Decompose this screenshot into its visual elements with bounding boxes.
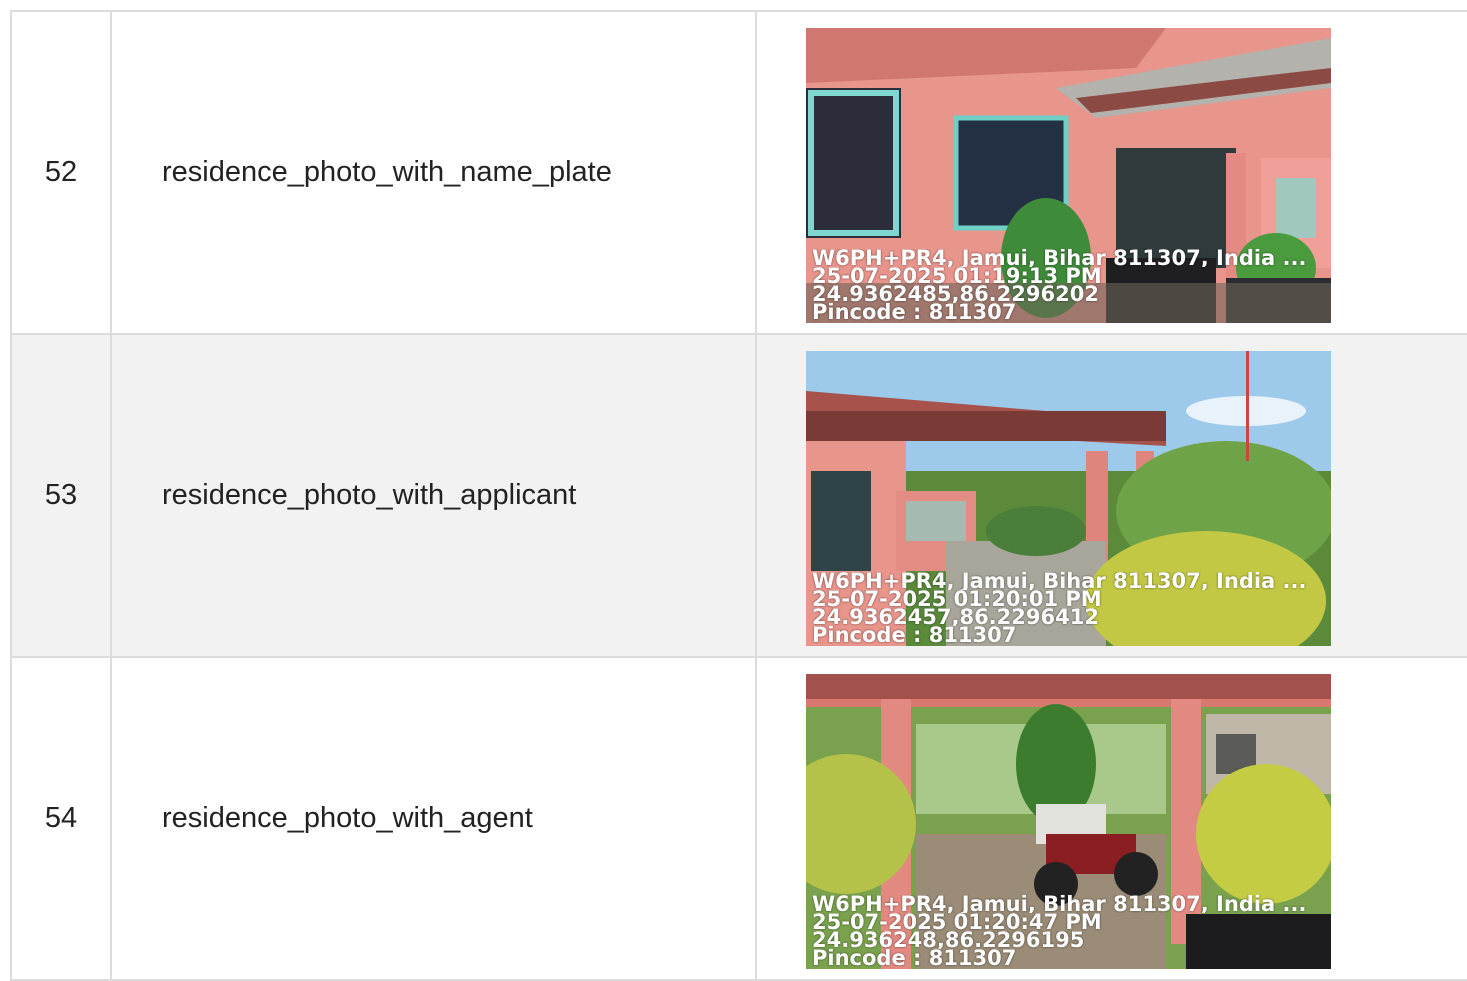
photo-geotag-overlay: W6PH+PR4, Jamui, Bihar 811307, India ...… — [812, 249, 1311, 321]
table-row: 54 residence_photo_with_agent W6PH+PR4, … — [10, 658, 1467, 981]
table-row: 53 residence_photo_with_applicant W6PH+P… — [10, 335, 1467, 658]
photo-field-name: residence_photo_with_name_plate — [112, 12, 757, 333]
photo-coordinates: 24.9362457,86.2296412 — [812, 608, 1099, 626]
photo-geotag-overlay: W6PH+PR4, Jamui, Bihar 811307, India ...… — [812, 895, 1311, 967]
photo-pincode: Pincode : 811307 — [812, 626, 1017, 644]
photo-coordinates: 24.936248,86.2296195 — [812, 931, 1085, 949]
photo-address: W6PH+PR4, Jamui, Bihar 811307, India ... — [812, 249, 1307, 267]
row-number: 53 — [12, 335, 112, 656]
photo-field-name: residence_photo_with_applicant — [112, 335, 757, 656]
photo-datetime: 25-07-2025 01:19:13 PM — [812, 267, 1102, 285]
photo-field-name: residence_photo_with_agent — [112, 658, 757, 979]
photo-cell: W6PH+PR4, Jamui, Bihar 811307, India ...… — [757, 658, 1467, 979]
photo-pincode: Pincode : 811307 — [812, 303, 1017, 321]
photo-address: W6PH+PR4, Jamui, Bihar 811307, India ... — [812, 572, 1307, 590]
residence-photo[interactable]: W6PH+PR4, Jamui, Bihar 811307, India ...… — [806, 28, 1331, 323]
photo-address: W6PH+PR4, Jamui, Bihar 811307, India ... — [812, 895, 1307, 913]
residence-photo[interactable]: W6PH+PR4, Jamui, Bihar 811307, India ...… — [806, 674, 1331, 969]
residence-photo[interactable]: W6PH+PR4, Jamui, Bihar 811307, India ...… — [806, 351, 1331, 646]
photo-pincode: Pincode : 811307 — [812, 949, 1017, 967]
photo-datetime: 25-07-2025 01:20:47 PM — [812, 913, 1102, 931]
photo-datetime: 25-07-2025 01:20:01 PM — [812, 590, 1102, 608]
table-row: 52 residence_photo_with_name_plate W6PH+… — [10, 12, 1467, 335]
photo-coordinates: 24.9362485,86.2296202 — [812, 285, 1099, 303]
row-number: 54 — [12, 658, 112, 979]
row-number: 52 — [12, 12, 112, 333]
photo-geotag-overlay: W6PH+PR4, Jamui, Bihar 811307, India ...… — [812, 572, 1311, 644]
photo-table: 52 residence_photo_with_name_plate W6PH+… — [10, 10, 1467, 981]
photo-cell: W6PH+PR4, Jamui, Bihar 811307, India ...… — [757, 335, 1467, 656]
photo-cell: W6PH+PR4, Jamui, Bihar 811307, India ...… — [757, 12, 1467, 333]
